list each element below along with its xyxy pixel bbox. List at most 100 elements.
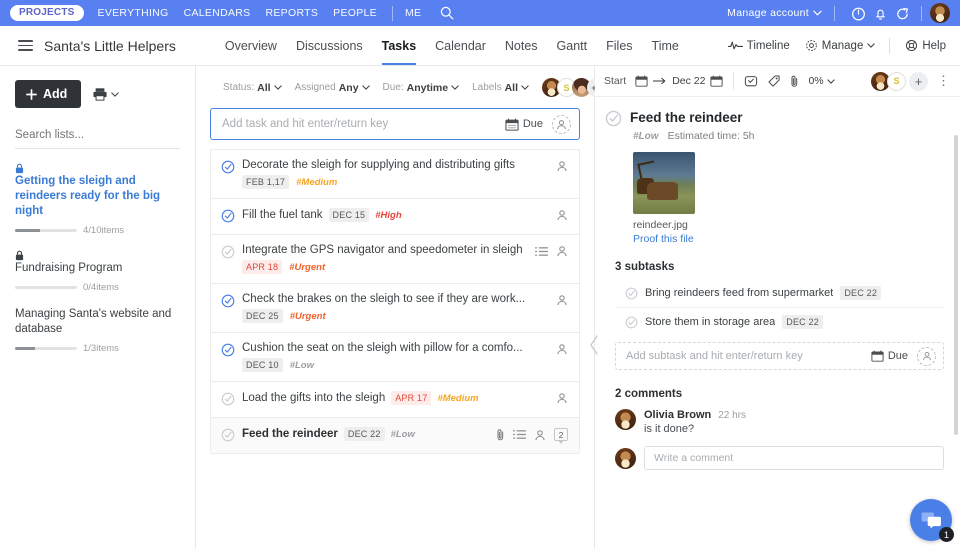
task-name: Cushion the seat on the sleigh with pill… <box>242 342 523 354</box>
sidebar-list-item-2[interactable]: Fundraising Program 0/4items <box>15 250 180 293</box>
detail-scrollbar[interactable] <box>954 135 958 435</box>
detail-avatar-2[interactable]: S <box>887 71 906 91</box>
attachment-thumbnail[interactable] <box>633 152 695 214</box>
date-range-button[interactable]: Dec 22 <box>635 75 724 87</box>
tab-calendar[interactable]: Calendar <box>435 26 486 65</box>
search-icon[interactable] <box>436 2 458 24</box>
reminder-icon[interactable] <box>744 74 758 88</box>
hamburger-menu-icon[interactable] <box>18 40 33 51</box>
table-row[interactable]: Check the brakes on the sleigh to see if… <box>211 284 579 333</box>
filter-status[interactable]: Status: All <box>223 82 282 94</box>
task-checkbox-icon[interactable] <box>221 343 235 357</box>
assignee-icon[interactable] <box>556 343 568 355</box>
vertical-dots-icon[interactable]: ⋮ <box>937 74 950 87</box>
subtask-checkbox-icon[interactable] <box>625 287 638 300</box>
subtask-icon[interactable] <box>535 246 548 257</box>
task-checkbox-icon[interactable] <box>221 294 235 308</box>
task-row-icons <box>556 160 568 172</box>
current-user-avatar[interactable] <box>615 447 636 469</box>
tab-files[interactable]: Files <box>606 26 632 65</box>
attachment-icon[interactable] <box>790 74 799 88</box>
list-item[interactable]: Bring reindeers feed from supermarket DE… <box>615 279 944 308</box>
manage-account-menu[interactable]: Manage account <box>727 7 822 19</box>
subtask-assign-person-icon[interactable] <box>917 346 936 366</box>
tab-gantt[interactable]: Gantt <box>557 26 588 65</box>
sidebar-list-name-1: Getting the sleigh and reindeers ready f… <box>15 163 180 219</box>
task-priority-tag: #Medium <box>437 392 479 404</box>
add-assignee-icon[interactable]: + <box>909 71 928 91</box>
chevron-down-icon <box>361 85 370 90</box>
assignee-icon[interactable] <box>556 160 568 172</box>
table-row[interactable]: Decorate the sleigh for supplying and di… <box>211 150 579 199</box>
task-checkbox-icon[interactable] <box>221 245 235 259</box>
attachment-icon[interactable] <box>496 428 505 441</box>
help-button[interactable]: Help <box>905 39 946 52</box>
clock-icon[interactable] <box>847 2 869 24</box>
chat-support-button[interactable]: 1 <box>910 499 954 542</box>
add-task-box[interactable]: Due <box>210 108 580 140</box>
tab-tasks[interactable]: Tasks <box>381 26 417 65</box>
list-item[interactable]: Store them in storage area DEC 22 <box>615 308 944 336</box>
add-button[interactable]: Add <box>15 80 82 108</box>
comment-timestamp: 22 hrs <box>718 410 747 421</box>
filter-assigned[interactable]: Assigned Any <box>295 82 370 94</box>
sidebar-list-item-1[interactable]: Getting the sleigh and reindeers ready f… <box>15 163 180 236</box>
comment-text: is it done? <box>644 423 695 435</box>
nav-item-me[interactable]: ME <box>405 7 421 19</box>
lifebuoy-icon <box>906 39 918 52</box>
nav-item-everything[interactable]: EVERYTHING <box>98 7 169 19</box>
tab-notes[interactable]: Notes <box>505 26 538 65</box>
task-checkbox-icon[interactable] <box>221 392 235 406</box>
assignee-icon[interactable] <box>556 245 568 257</box>
comment-avatar[interactable] <box>615 409 636 430</box>
subtask-checkbox-icon[interactable] <box>625 316 638 329</box>
nav-projects-pill[interactable]: PROJECTS <box>10 5 84 21</box>
assignee-icon[interactable] <box>556 392 568 404</box>
progress-dropdown[interactable]: 0% <box>808 75 835 87</box>
subtask-due-button[interactable]: Due <box>871 350 908 362</box>
task-checkbox-icon[interactable] <box>221 209 235 223</box>
table-row[interactable]: Feed the reindeer DEC 22 #Low 2 <box>211 418 579 454</box>
search-lists-input[interactable] <box>15 126 180 149</box>
assignee-icon[interactable] <box>534 429 546 441</box>
start-date-button[interactable]: Start <box>604 75 626 87</box>
filter-labels[interactable]: Labels All <box>472 82 529 94</box>
table-row[interactable]: Integrate the GPS navigator and speedome… <box>211 235 579 284</box>
sidebar-list-item-3[interactable]: Managing Santa's website and database 1/… <box>15 307 180 354</box>
table-row[interactable]: Cushion the seat on the sleigh with pill… <box>211 333 579 382</box>
task-due-button[interactable]: Due <box>505 118 543 131</box>
tab-discussions[interactable]: Discussions <box>296 26 363 65</box>
print-menu[interactable] <box>92 87 120 101</box>
panel-collapse-chevron-icon[interactable] <box>587 334 601 356</box>
logout-icon[interactable] <box>891 2 913 24</box>
nav-item-people[interactable]: PEOPLE <box>333 7 377 19</box>
add-subtask-box[interactable]: Due <box>615 342 944 370</box>
tab-overview[interactable]: Overview <box>225 26 277 65</box>
tab-time[interactable]: Time <box>652 26 679 65</box>
detail-task-checkbox-icon[interactable] <box>605 110 622 127</box>
comment-input[interactable] <box>644 446 944 470</box>
nav-item-calendars[interactable]: CALENDARS <box>184 7 251 19</box>
add-subtask-input[interactable] <box>626 350 871 362</box>
subtask-icon[interactable] <box>513 429 526 440</box>
user-avatar[interactable] <box>930 3 950 23</box>
bell-icon[interactable] <box>869 2 891 24</box>
proof-file-link[interactable]: Proof this file <box>633 233 944 245</box>
task-checkbox-icon[interactable] <box>221 160 235 174</box>
filter-due[interactable]: Due: Anytime <box>383 82 460 94</box>
task-checkbox-icon[interactable] <box>221 428 235 442</box>
assignee-icon[interactable] <box>556 294 568 306</box>
comment-count-badge[interactable]: 2 <box>554 428 568 444</box>
table-row[interactable]: Load the gifts into the sleigh APR 17 #M… <box>211 382 579 418</box>
add-task-input[interactable] <box>222 118 505 130</box>
task-priority-tag: #Low <box>390 428 415 440</box>
tag-icon[interactable] <box>767 74 781 88</box>
manage-button[interactable]: Manage <box>805 39 876 52</box>
assignee-icon[interactable] <box>556 209 568 221</box>
assign-person-icon[interactable] <box>552 114 571 134</box>
table-row[interactable]: Fill the fuel tank DEC 15 #High <box>211 199 579 235</box>
plus-icon <box>26 88 37 100</box>
nav-item-reports[interactable]: REPORTS <box>265 7 318 19</box>
task-row-icons: 2 <box>496 428 568 444</box>
timeline-button[interactable]: Timeline <box>727 40 790 52</box>
